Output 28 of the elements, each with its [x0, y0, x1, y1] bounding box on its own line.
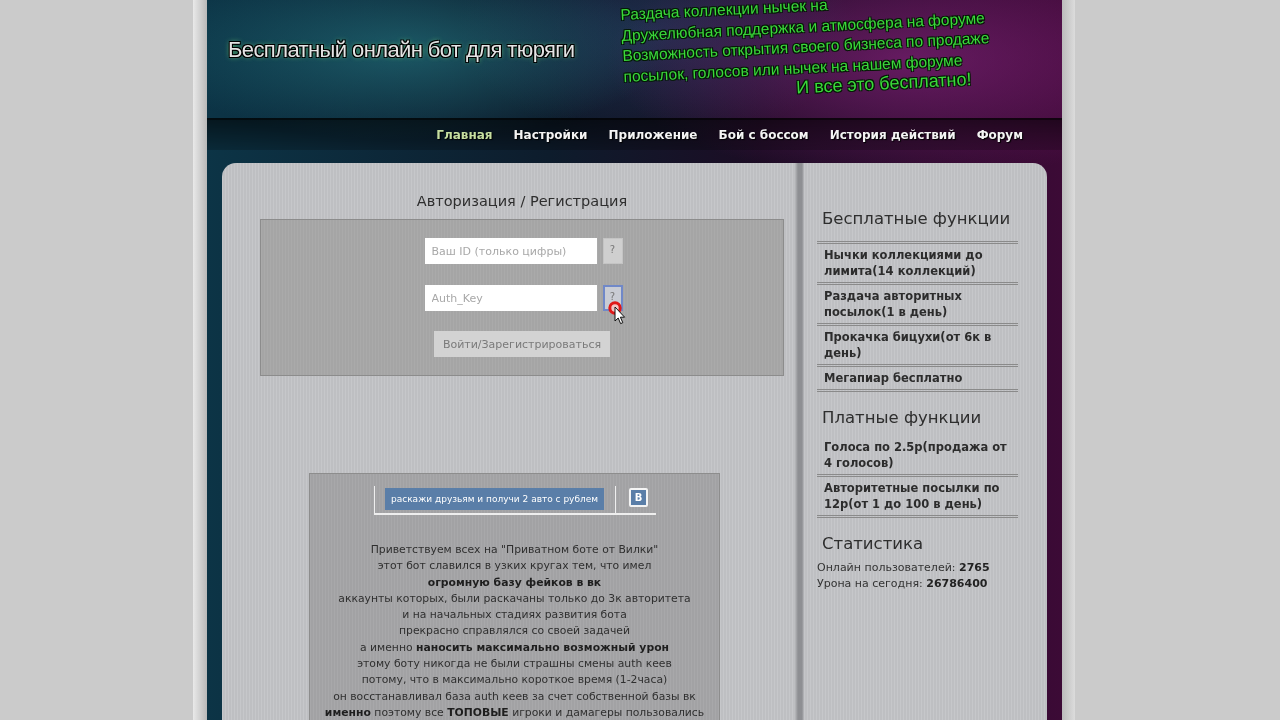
input-field[interactable]: Auth_Key [424, 285, 597, 311]
mouse-cursor-icon [607, 301, 626, 325]
banner-feature-text: Раздача коллекции нычек на [620, 0, 828, 23]
auth-title: Авторизация / Регистрация [415, 192, 629, 210]
feature-item: Голоса по 2.5р(продажа от 4 голосов) [817, 436, 1018, 477]
nav-link[interactable]: Главная [436, 128, 493, 142]
stat-value: 26786400 [926, 577, 988, 590]
stat-label: Урона на сегодня: [817, 577, 923, 590]
nav-link[interactable]: Приложение [608, 128, 698, 142]
intro-text: Приветствуем всех на "Приватном боте от Вилки" этот бот славился в узких кругах тем, что имел огромную базу фейков в вк аккаунты которых, были раскачаны только до 3к авторитета и на начальных стадиях развития бота прекрасно справлялся со своей задачей а именно наносить максимально возможный урон этому боту никогда не были страшны смены auth кеев потому, что в максимально короткое время (1-2часа) он восстанавливал база auth кеев за счет собственной базы вк именно поэтому все ТОПОВЫЕ игроки и дамагеры пользовались [323, 542, 706, 720]
nav-link[interactable]: Форум [976, 128, 1023, 142]
nav-link[interactable]: Настройки [513, 128, 588, 142]
nav-link[interactable]: История действий [829, 128, 956, 142]
feature-item: Авторитетные посылки по 12р(от 1 до 100 в день) [817, 477, 1018, 518]
sidebar-heading: Платные функции [822, 408, 983, 428]
nav-link[interactable]: Бой с боссом [718, 128, 809, 142]
stat-label: Онлайн пользователей: [817, 561, 956, 574]
feature-item: Прокачка бицухи(от 6к в день) [817, 326, 1018, 367]
social-share-button[interactable]: В [629, 488, 649, 507]
sidebar-heading: Бесплатные функции [822, 209, 1012, 229]
share-button[interactable]: раскажи друзьям и получи 2 авто с рублем [385, 488, 605, 510]
sidebar-heading: Статистика [822, 534, 925, 554]
stat-value: 2765 [959, 561, 990, 574]
feature-item: Нычки коллекциями до лимита(14 коллекций) [817, 244, 1018, 285]
feature-item: Раздача авторитных посылок(1 в день) [817, 285, 1018, 326]
banner-tagline: Бесплатный онлайн бот для тюряги [228, 37, 575, 63]
feature-item: Мегапиар бесплатно [817, 367, 1018, 392]
input-field[interactable]: Ваш ID (только цифры) [424, 238, 597, 264]
